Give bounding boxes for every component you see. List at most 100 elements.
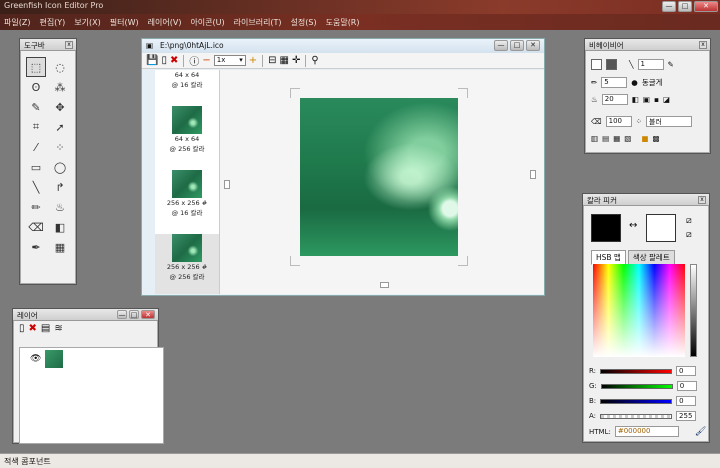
rectangle-icon[interactable]: ▭ (26, 157, 46, 177)
spray-icon[interactable]: ⁘ (50, 137, 70, 157)
eraser-select-icon[interactable]: ✎ (26, 97, 46, 117)
menu-icon[interactable]: 아이콘(U) (190, 17, 224, 28)
menu-edit[interactable]: 편집(Y) (39, 17, 65, 28)
layer-list[interactable]: 👁 (19, 347, 164, 444)
toolbox-close-icon[interactable]: x (65, 41, 73, 49)
mode-2-icon[interactable]: ▣ (643, 95, 650, 104)
menu-filter[interactable]: 필터(W) (110, 17, 139, 28)
layer-props-icon[interactable]: ▤ (41, 323, 50, 334)
green-slider[interactable] (600, 383, 673, 389)
line-width-input[interactable]: 1 (637, 59, 664, 70)
new-layer-icon[interactable]: ▯ (19, 323, 25, 334)
color-tool-1-icon[interactable]: ⧄ (686, 216, 692, 226)
mode-1-icon[interactable]: ◧ (632, 95, 639, 104)
gradient-icon[interactable]: ▦ (50, 237, 70, 257)
blue-slider[interactable] (600, 398, 673, 404)
format-list[interactable]: 64 x 64 @ 16 칼라 64 x 64 @ 256 칼라 256 x 2… (155, 70, 220, 294)
crop-icon[interactable]: ⌗ (26, 117, 46, 137)
close-button[interactable]: ✕ (694, 1, 718, 12)
eraser-size-input[interactable]: 100 (605, 116, 632, 127)
fit-icon[interactable]: ⊟ (268, 55, 276, 66)
extra-icon[interactable]: ▩ (652, 134, 659, 143)
tab-hsb[interactable]: HSB 맵 (591, 250, 626, 265)
menu-settings[interactable]: 설정(S) (291, 17, 317, 28)
alpha-value-input[interactable]: 255 (676, 411, 697, 421)
list-item[interactable]: 64 x 64 @ 16 칼라 (155, 70, 219, 104)
pen-icon[interactable]: ✒ (26, 237, 46, 257)
eraser-icon[interactable]: ⌫ (26, 217, 46, 237)
list-item[interactable]: 256 x 256 # @ 16 칼라 (155, 170, 219, 232)
menu-help[interactable]: 도움말(R) (326, 17, 360, 28)
eye-icon[interactable]: 👁 (30, 354, 41, 364)
minimize-button[interactable]: — (662, 1, 676, 12)
pencil-icon[interactable]: ✏ (26, 197, 46, 217)
zoom-out-icon[interactable]: − (202, 55, 210, 66)
resize-handle-left[interactable] (224, 180, 230, 189)
info-icon[interactable]: ⓘ (189, 53, 199, 68)
red-slider[interactable] (600, 368, 673, 374)
fill-mode-button[interactable] (606, 59, 617, 70)
canvas-image[interactable] (300, 98, 458, 256)
resize-handle-bottom[interactable] (380, 282, 389, 288)
menu-library[interactable]: 라이브러리(T) (234, 17, 282, 28)
new-icon[interactable]: ▯ (161, 55, 167, 66)
tab-palette[interactable]: 색상 팔레트 (627, 250, 675, 265)
swap-colors-icon[interactable]: ↔ (629, 220, 637, 231)
brush-shape-select[interactable]: 동글게 (642, 77, 663, 88)
move-icon[interactable]: ✥ (50, 97, 70, 117)
brush-settings-icon[interactable]: ✎ (668, 60, 674, 69)
green-value-input[interactable]: 0 (676, 381, 697, 391)
bucket-icon[interactable]: ♨ (50, 197, 70, 217)
resize-handle-right[interactable] (530, 170, 536, 179)
delete-layer-icon[interactable]: ✖ (29, 323, 37, 334)
list-item[interactable]: 👁 (20, 348, 163, 370)
hsb-spectrum[interactable] (593, 264, 685, 357)
pattern-2-icon[interactable]: ▤ (602, 134, 609, 143)
texture-icon[interactable]: ■ (641, 134, 648, 143)
ellipse-select-icon[interactable]: ◌ (50, 57, 70, 77)
pattern-4-icon[interactable]: ▧ (624, 134, 631, 143)
crosshair-icon[interactable]: ✛ (292, 55, 300, 66)
magic-wand-icon[interactable]: ⁂ (50, 77, 70, 97)
brush-size-input[interactable]: 5 (601, 77, 628, 88)
menu-layer[interactable]: 레이어(V) (148, 17, 182, 28)
behavior-close-icon[interactable]: x (699, 41, 707, 49)
grid-icon[interactable]: ▦ (280, 55, 289, 66)
maximize-button[interactable]: □ (678, 1, 692, 12)
menu-view[interactable]: 보기(X) (74, 17, 100, 28)
blue-value-input[interactable]: 0 (676, 396, 697, 406)
pattern-3-icon[interactable]: ▦ (613, 134, 620, 143)
mode-4-icon[interactable]: ◪ (663, 95, 670, 104)
doc-maximize-button[interactable]: □ (510, 40, 524, 51)
line-icon[interactable]: ╲ (26, 177, 46, 197)
list-item[interactable]: 64 x 64 @ 256 칼라 (155, 106, 219, 168)
doc-minimize-button[interactable]: — (494, 40, 508, 51)
pointer-icon[interactable]: ➚ (50, 117, 70, 137)
curve-icon[interactable]: ↱ (50, 177, 70, 197)
clone-icon[interactable]: ◧ (50, 217, 70, 237)
layers-maximize-button[interactable]: □ (129, 310, 139, 319)
eyedropper-icon[interactable]: ⁄ (26, 137, 46, 157)
layers-close-button[interactable]: ✕ (141, 310, 155, 319)
pattern-1-icon[interactable]: ▥ (591, 134, 598, 143)
blend-select[interactable]: 블러 (645, 116, 692, 127)
ellipse-icon[interactable]: ◯ (50, 157, 70, 177)
merge-layer-icon[interactable]: ≋ (54, 323, 62, 334)
save-icon[interactable]: 💾 (146, 55, 158, 66)
rect-select-icon[interactable]: ⬚ (26, 57, 46, 77)
color-close-icon[interactable]: x (698, 196, 706, 204)
mode-3-icon[interactable]: ▪ (654, 95, 659, 104)
zoom-in-icon[interactable]: + (249, 55, 257, 66)
canvas-area[interactable] (220, 70, 544, 294)
layers-minimize-button[interactable]: — (117, 310, 127, 319)
search-icon[interactable]: ⚲ (311, 55, 318, 66)
alpha-slider[interactable] (600, 413, 673, 419)
doc-close-button[interactable]: ✕ (526, 40, 540, 51)
zoom-select[interactable]: 1x ▾ (213, 55, 246, 66)
primary-color-swatch[interactable] (591, 214, 621, 242)
color-dialog-icon[interactable]: 🖌 (695, 427, 706, 437)
outline-mode-button[interactable] (591, 59, 602, 70)
lasso-icon[interactable]: ʘ (26, 77, 46, 97)
red-value-input[interactable]: 0 (676, 366, 697, 376)
delete-icon[interactable]: ✖ (170, 55, 178, 66)
